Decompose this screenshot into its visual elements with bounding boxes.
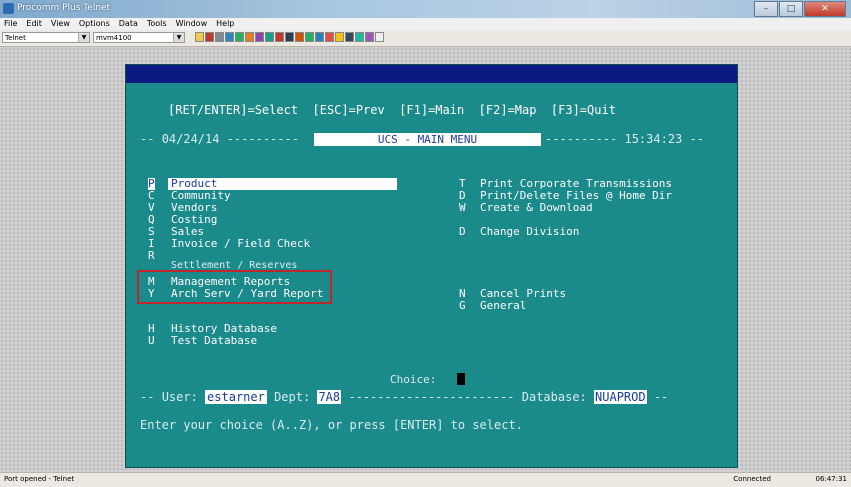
title-bar: Procomm Plus Telnet – □ ✕ (0, 0, 851, 18)
menu-item-create-download[interactable]: Create & Download (480, 202, 593, 214)
menu-key-r: R (148, 249, 155, 262)
disconnect-icon[interactable] (215, 32, 224, 42)
annotation-highlight-box (137, 270, 332, 304)
menu-data[interactable]: Data (119, 18, 138, 30)
menu-item-invoice[interactable]: Invoice / Field Check (171, 238, 310, 250)
toolbar: Telnet ▼ mvm4100 ▼ (0, 30, 851, 47)
choice-input-cursor[interactable] (457, 373, 465, 385)
terminal-title-strip (126, 65, 737, 83)
status-time: 06:47:31 (815, 475, 847, 483)
receive-icon[interactable] (245, 32, 254, 42)
chevron-down-icon: ▼ (173, 33, 184, 42)
record-icon[interactable] (325, 32, 334, 42)
window-controls: – □ ✕ (753, 1, 846, 17)
toolbar-icons (195, 32, 385, 42)
menu-help[interactable]: Help (216, 18, 234, 30)
function-keys-line: [RET/ENTER]=Select [ESC]=Prev [F1]=Main … (168, 103, 616, 117)
menu-view[interactable]: View (51, 18, 70, 30)
menu-item-change-division[interactable]: Change Division (480, 226, 579, 238)
status-info-line: -- User: estarner Dept: 7A8 ------------… (140, 390, 669, 404)
database-value[interactable]: NUAPROD (594, 390, 647, 404)
header-time-line: ---------- 15:34:23 -- (545, 132, 704, 146)
choice-label: Choice: (390, 373, 437, 386)
transfer-icon[interactable] (305, 32, 314, 42)
setup-icon[interactable] (285, 32, 294, 42)
menu-tools[interactable]: Tools (147, 18, 167, 30)
database-label: Database: (521, 390, 587, 404)
terminal-screen[interactable]: [RET/ENTER]=Select [ESC]=Prev [F1]=Main … (125, 64, 738, 468)
prompt-line: Enter your choice (A..Z), or press [ENTE… (140, 418, 523, 432)
menu-key-d-division: D (459, 225, 466, 238)
header-title: UCS - MAIN MENU (314, 133, 541, 146)
header-date: 04/24/14 (161, 132, 220, 146)
send-icon[interactable] (235, 32, 244, 42)
macro-icon[interactable] (365, 32, 374, 42)
menu-options[interactable]: Options (79, 18, 110, 30)
menu-file[interactable]: File (4, 18, 17, 30)
dept-label: Dept: (274, 390, 311, 404)
menu-edit[interactable]: Edit (26, 18, 42, 30)
status-connection: Connected (733, 475, 771, 483)
connect-icon[interactable] (205, 32, 214, 42)
notes-icon[interactable] (335, 32, 344, 42)
minimize-button[interactable]: – (754, 1, 778, 17)
close-button[interactable]: ✕ (804, 1, 846, 17)
window-title: Procomm Plus Telnet (17, 3, 111, 13)
capture-icon[interactable] (265, 32, 274, 42)
menu-window[interactable]: Window (176, 18, 208, 30)
header-date-line: -- 04/24/14 ---------- (140, 132, 299, 146)
terminal-type-value: mvm4100 (96, 34, 132, 42)
help-icon[interactable] (375, 32, 384, 42)
menu-item-test-database[interactable]: Test Database (171, 335, 257, 347)
menu-item-general[interactable]: General (480, 300, 526, 312)
script-icon[interactable] (255, 32, 264, 42)
chevron-down-icon: ▼ (78, 33, 89, 42)
connection-value: Telnet (5, 34, 26, 42)
clipboard-icon[interactable] (355, 32, 364, 42)
menu-key-u: U (148, 334, 155, 347)
menu-bar: File Edit View Options Data Tools Window… (0, 18, 851, 30)
user-label: User: (161, 390, 198, 404)
header-time: 15:34:23 (624, 132, 683, 146)
folder-icon[interactable] (195, 32, 204, 42)
app-icon (3, 3, 14, 14)
chat-icon[interactable] (315, 32, 324, 42)
dept-value[interactable]: 7A8 (317, 390, 342, 404)
print-icon[interactable] (275, 32, 284, 42)
status-bar: Port opened - Telnet Connected 06:47:31 (0, 472, 851, 487)
maximize-button[interactable]: □ (779, 1, 803, 17)
menu-key-g: G (459, 299, 466, 312)
dial-icon[interactable] (225, 32, 234, 42)
stop-icon[interactable] (345, 32, 354, 42)
user-value[interactable]: estarner (205, 390, 267, 404)
keyboard-icon[interactable] (295, 32, 304, 42)
status-left-text: Port opened - Telnet (4, 475, 75, 483)
menu-key-w: W (459, 201, 466, 214)
connection-select[interactable]: Telnet ▼ (2, 32, 90, 43)
terminal-type-select[interactable]: mvm4100 ▼ (93, 32, 185, 43)
